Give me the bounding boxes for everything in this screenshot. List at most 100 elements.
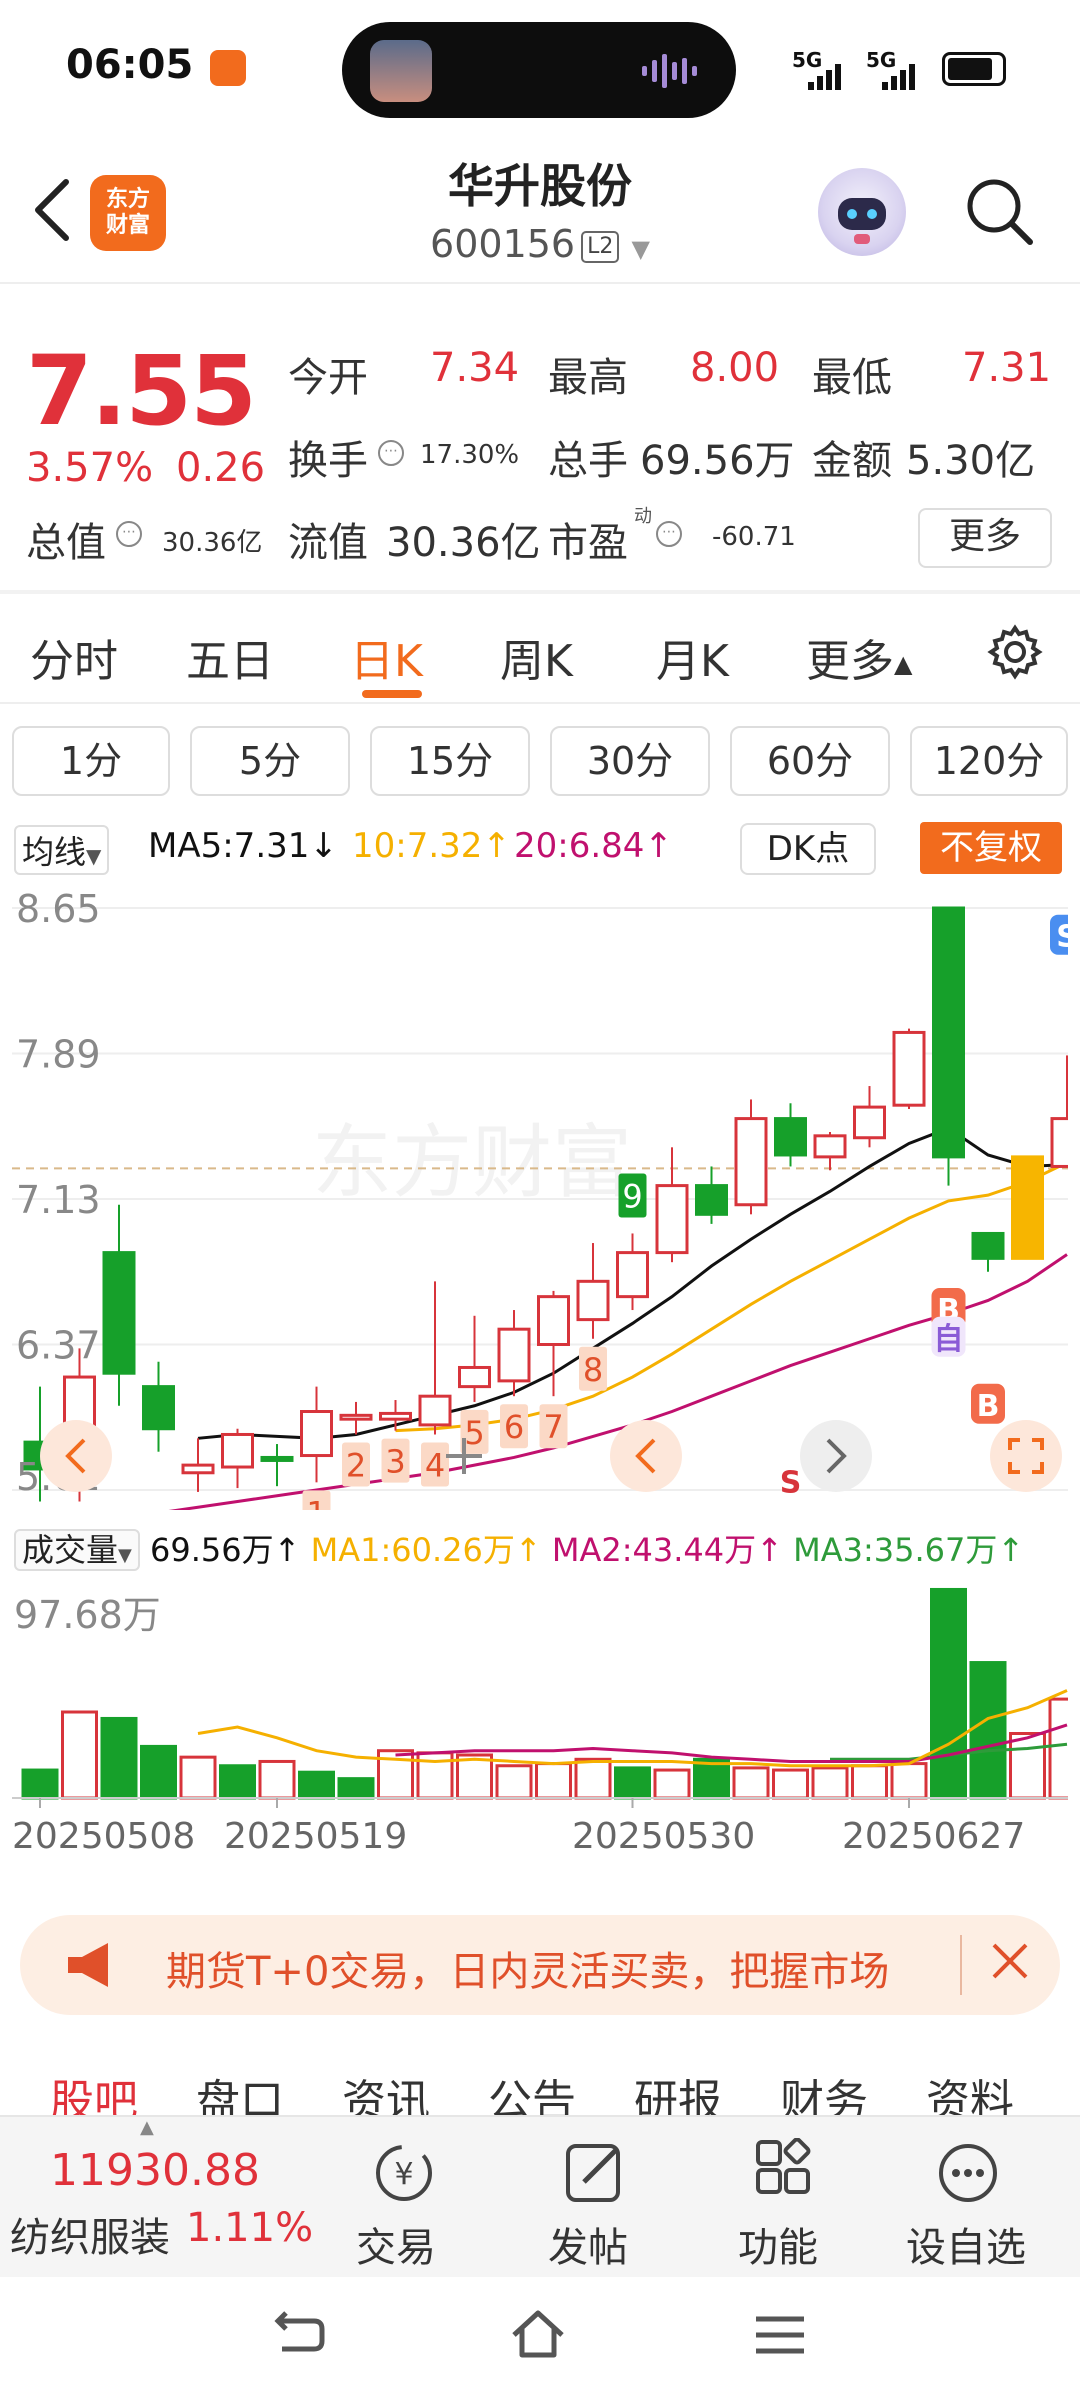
divider: [0, 590, 1080, 594]
tab-weekly-k[interactable]: 周K: [500, 625, 573, 689]
info-icon[interactable]: ⋯: [116, 521, 142, 547]
info-icon[interactable]: ⋯: [656, 521, 682, 547]
chart-prev-button[interactable]: [610, 1420, 682, 1492]
trade-marker-label: S: [1056, 920, 1068, 955]
tab-more[interactable]: 更多▲: [806, 625, 912, 689]
system-home-button[interactable]: [508, 2305, 568, 2365]
interval-1min[interactable]: 1分: [12, 726, 170, 796]
candle-body: [1011, 1155, 1044, 1260]
post-button[interactable]: 发帖: [536, 2118, 656, 2271]
arrow-up-icon: ↑: [514, 1531, 542, 1569]
ma20-text: 20:6.84: [514, 826, 645, 866]
divider: [0, 702, 1080, 704]
chevron-left-icon: [635, 1438, 656, 1474]
volume-bar: [930, 1587, 967, 1800]
dynamic-island[interactable]: [342, 22, 736, 118]
sector-index-value[interactable]: 11930.88: [50, 2145, 260, 2196]
candle-body: [1050, 1117, 1068, 1168]
ma10-value: 10:7.32↑: [352, 826, 511, 866]
arrow-up-icon: ↑: [644, 826, 673, 866]
candle-body: [181, 1463, 215, 1475]
volume-bar: [337, 1777, 375, 1800]
volume-bar: [21, 1768, 59, 1800]
volume-bar: [535, 1762, 572, 1800]
chart-next-button[interactable]: [800, 1420, 872, 1492]
trade-marker-label: B: [977, 1389, 1000, 1424]
interval-120min[interactable]: 120分: [910, 726, 1068, 796]
trade-button[interactable]: ¥ 交易: [344, 2118, 464, 2271]
vol-ma3-text: MA3:35.67万: [793, 1531, 998, 1569]
volume-indicator-row: 成交量▼ 69.56万↑ MA1:60.26万↑ MA2:43.44万↑ MA3…: [14, 1525, 1024, 1571]
info-icon[interactable]: ⋯: [378, 440, 404, 466]
volume-value: 69.56万: [640, 438, 795, 484]
system-back-button[interactable]: [268, 2305, 328, 2365]
promo-text: 期货T+0交易，日内灵活买卖，把握市场: [166, 1949, 890, 1995]
volume-bar: [179, 1755, 217, 1800]
divider: [0, 282, 1080, 284]
close-icon: [992, 1943, 1028, 1979]
vol-ma1: MA1:60.26万↑: [311, 1531, 542, 1569]
candle-body: [497, 1327, 531, 1383]
interval-60min[interactable]: 60分: [730, 726, 890, 796]
sector-index-name[interactable]: 纺织服装: [10, 2205, 170, 2263]
tab-intraday[interactable]: 分时: [30, 625, 118, 689]
crosshair-button[interactable]: [428, 1420, 500, 1492]
close-banner-button[interactable]: [980, 1931, 1040, 1991]
triangle-up-icon: ▲: [894, 650, 913, 678]
settings-button[interactable]: [985, 622, 1045, 682]
function-button[interactable]: 功能: [726, 2118, 846, 2271]
chart-left-button[interactable]: [40, 1420, 112, 1492]
arrow-down-icon: ↓: [309, 826, 338, 866]
volume-bar: [811, 1766, 849, 1800]
volume-selector-label: 成交量: [22, 1531, 119, 1569]
change-amount: 0.26: [176, 445, 266, 491]
ma-selector[interactable]: 均线▼: [14, 825, 110, 875]
volume-bar: [258, 1759, 296, 1800]
fullscreen-button[interactable]: [990, 1420, 1062, 1492]
tab-five-day[interactable]: 五日: [186, 625, 274, 689]
interval-5min[interactable]: 5分: [190, 726, 350, 796]
candle-body: [853, 1105, 886, 1140]
kline-chart[interactable]: 东方财富 123456789B自BSS 8.657.897.136.375.61: [12, 880, 1068, 1510]
volume-selector[interactable]: 成交量▼: [14, 1529, 140, 1571]
x-tick-label: 20250530: [572, 1816, 755, 1857]
search-button[interactable]: [960, 172, 1040, 252]
volume-bar: [61, 1710, 98, 1800]
function-label: 功能: [738, 2225, 818, 2271]
tab-daily-k[interactable]: 日K: [350, 625, 423, 689]
search-icon: [967, 179, 1033, 245]
market-cap-label: 总值: [26, 520, 106, 566]
signal-label: 1: [306, 1494, 326, 1510]
arrow-up-icon: ↑: [482, 826, 511, 866]
candle-body: [142, 1385, 175, 1431]
signal-label: 7: [543, 1408, 563, 1446]
volume-bar: [653, 1768, 691, 1800]
interval-30min[interactable]: 30分: [550, 726, 710, 796]
candle-body: [260, 1455, 294, 1462]
add-watchlist-button[interactable]: 设自选: [900, 2118, 1040, 2271]
candle-body: [616, 1251, 649, 1299]
trade-label: 交易: [356, 2225, 436, 2271]
candle-body: [458, 1365, 491, 1389]
interval-15min[interactable]: 15分: [370, 726, 530, 796]
promo-banner[interactable]: 期货T+0交易，日内灵活买卖，把握市场: [20, 1915, 1060, 2015]
signal-bars-icon: [808, 64, 841, 90]
more-button[interactable]: 更多: [918, 508, 1052, 568]
sector-index-change: 1.11%: [186, 2205, 314, 2251]
no-adjust-button[interactable]: 不复权: [920, 822, 1062, 874]
volume-chart[interactable]: 97.68万 20250508 20250519 20250530 20250627: [12, 1580, 1068, 1890]
candle-body: [971, 1231, 1005, 1260]
low-value: 7.31: [962, 345, 1052, 391]
signal-label: 3: [385, 1443, 405, 1481]
ai-assistant-avatar[interactable]: [818, 168, 906, 256]
x-tick-label: 20250508: [12, 1816, 195, 1857]
turnover-label: 换手: [288, 438, 368, 484]
dk-point-button[interactable]: DK点: [740, 823, 876, 875]
system-menu-button[interactable]: [750, 2305, 810, 2365]
low-label: 最低: [812, 355, 892, 401]
change-percent: 3.57%: [26, 445, 154, 491]
plus-icon: [446, 1438, 482, 1474]
tab-monthly-k[interactable]: 月K: [656, 625, 729, 689]
stock-code-row[interactable]: 600156 L2 ▼: [0, 222, 1080, 266]
volume-max-label: 97.68万: [14, 1593, 161, 1637]
